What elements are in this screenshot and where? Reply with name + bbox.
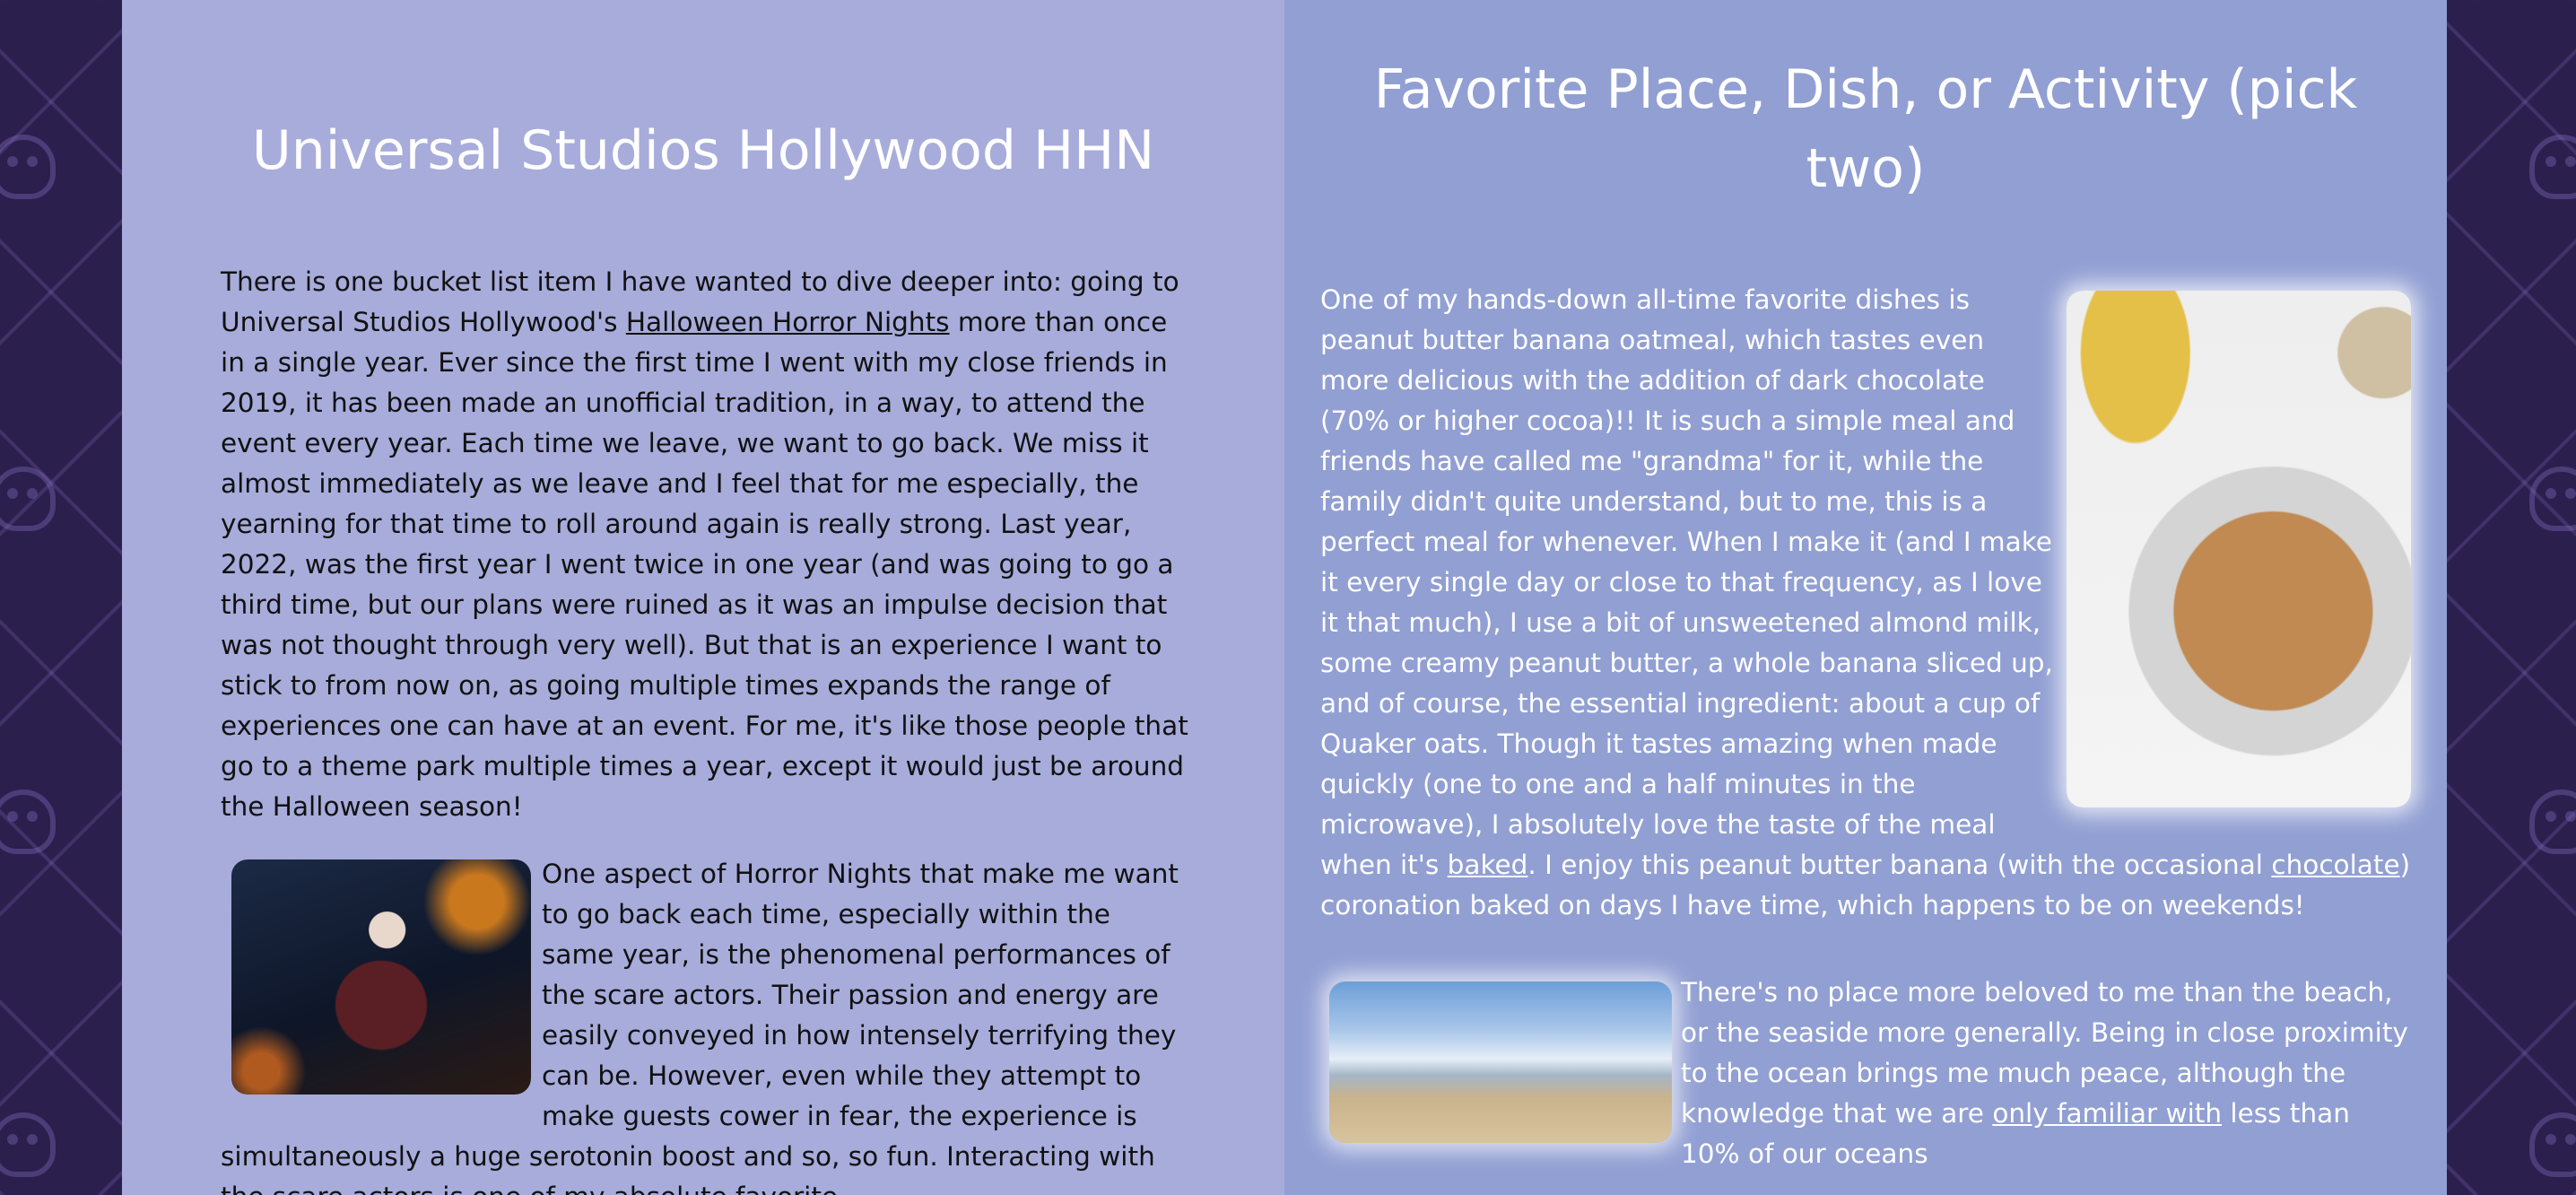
favorites-section-body: One of my hands-down all-time favorite d… [1320, 280, 2415, 1195]
skull-pattern-icon [0, 1112, 56, 1177]
hhn-intro-paragraph: There is one bucket list item I have wan… [221, 266, 1188, 822]
ocean-familiarity-link[interactable]: only familiar with [1992, 1098, 2222, 1129]
chocolate-link[interactable]: chocolate [2271, 850, 2399, 880]
hhn-section-body: There is one bucket list item I have wan… [221, 262, 1189, 1195]
halloween-horror-nights-link[interactable]: Halloween Horror Nights [626, 307, 950, 337]
skull-pattern-icon [2529, 1112, 2576, 1177]
hhn-section-title: Universal Studios Hollywood HHN [251, 119, 1155, 182]
favorites-section: Favorite Place, Dish, or Activity (pick … [1284, 0, 2447, 1195]
skull-pattern-icon [2529, 135, 2576, 199]
beach-photo [1329, 981, 1672, 1143]
scare-actors-paragraph: One aspect of Horror Nights that make me… [221, 859, 1179, 1195]
favorites-section-title: Favorite Place, Dish, or Activity (pick … [1373, 58, 2358, 200]
beach-paragraph: There's no place more beloved to me than… [1320, 973, 2415, 1174]
skull-pattern-icon [2529, 467, 2576, 531]
skull-pattern-icon [0, 467, 56, 531]
scare-actor-photo [231, 859, 531, 1095]
hhn-section: Universal Studios Hollywood HHN There is… [122, 0, 1284, 1195]
skull-pattern-icon [0, 135, 56, 199]
baked-link[interactable]: baked [1448, 850, 1528, 880]
oatmeal-paragraph: One of my hands-down all-time favorite d… [1320, 284, 2411, 920]
oatmeal-photo [2067, 291, 2411, 807]
skull-pattern-icon [2529, 789, 2576, 854]
skull-pattern-icon [0, 789, 56, 854]
